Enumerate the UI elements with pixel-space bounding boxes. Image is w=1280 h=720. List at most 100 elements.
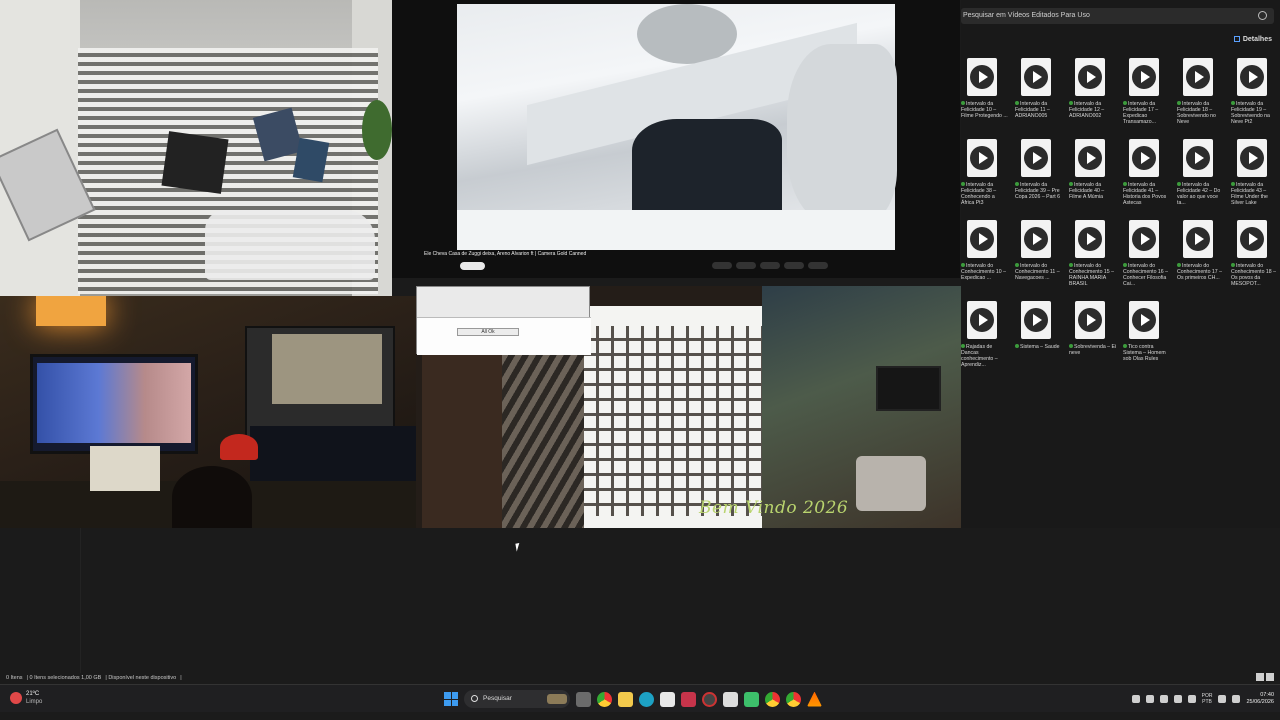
file-name-text: Intervalo da Felicidade 12 – ADRIANO002 [1069, 101, 1105, 119]
box [90, 446, 160, 491]
file-item[interactable]: Sistema – Saude [1015, 299, 1061, 379]
file-item[interactable]: Intervalo da Felicidade 38 – Conhecendo … [961, 137, 1007, 217]
file-name: Tico contra Sistema – Homem sob Olas Rul… [1123, 344, 1171, 376]
weather-icon [10, 692, 22, 704]
hanging-board [161, 131, 229, 194]
obs-icon[interactable] [702, 691, 717, 707]
taskbar: 21ºC Limpo Pesquisar POR PTB 07:40 25/06… [0, 684, 1280, 712]
play-icon [1186, 227, 1210, 251]
lang-line2: PTB [1202, 699, 1212, 705]
like-button[interactable] [712, 262, 732, 269]
taskbar-search[interactable]: Pesquisar [464, 690, 570, 708]
volume-icon[interactable] [1232, 695, 1241, 703]
file-name: Intervalo do Conhecimento 18 – Os povos … [1231, 263, 1279, 295]
file-item[interactable]: Intervalo da Felicidade 41 – Historia do… [1123, 137, 1169, 217]
edge-icon[interactable] [639, 691, 654, 707]
file-item[interactable]: Intervalo do Conhecimento 15 – RAINHA MA… [1069, 218, 1115, 298]
file-name: Intervalo da Felicidade 40 – Filme A Múm… [1069, 182, 1117, 214]
file-item[interactable]: Sobrevivenda – Ei neve [1069, 299, 1116, 379]
search-icon[interactable] [1258, 11, 1267, 20]
play-icon [970, 65, 994, 89]
file-name-text: Intervalo da Felicidade 42 – Do valor ao… [1177, 182, 1221, 206]
dialog-box: All Ok [416, 286, 591, 355]
file-item[interactable]: Rajadas de Dancas conhecimento – Aprendi… [961, 299, 1007, 379]
chevron-up-icon[interactable] [1131, 695, 1140, 703]
video-file-thumbnail [1237, 220, 1267, 258]
sync-status-icon [1015, 344, 1019, 348]
subscribe-button[interactable] [460, 262, 485, 270]
file-item[interactable]: Intervalo da Felicidade 42 – Do valor ao… [1177, 137, 1223, 217]
cloud-icon[interactable] [1145, 695, 1154, 703]
shelter-opening [632, 119, 782, 224]
start-button[interactable] [444, 692, 458, 706]
file-name-text: Intervalo da Felicidade 38 – Conhecendo … [961, 182, 997, 206]
sync-status-icon [961, 344, 965, 348]
dialog-ok-button[interactable]: All Ok [457, 328, 519, 336]
file-name-text: Sistema – Saude [1020, 344, 1060, 350]
youtube-video-window[interactable]: Ele Cheva Casa de Zuggi deixa, Areno Alv… [392, 0, 960, 278]
file-item[interactable]: Intervalo da Felicidade 18 – Sobrevivend… [1177, 56, 1223, 136]
notepad-icon[interactable] [660, 691, 675, 707]
details-button[interactable]: Detalhes [1233, 36, 1272, 43]
chrome-icon[interactable] [597, 691, 612, 707]
file-name-text: Intervalo da Felicidade 43 – Filme Under… [1231, 182, 1268, 206]
clock[interactable]: 07:40 25/06/2026 [1246, 692, 1274, 706]
remix-button[interactable] [760, 262, 780, 269]
file-item[interactable]: Intervalo do Conhecimento 11 – Navegacoe… [1015, 218, 1061, 298]
video-actions [712, 262, 828, 269]
large-icons-view-icon[interactable] [1266, 673, 1274, 681]
file-item[interactable]: Intervalo do Conhecimento 17 – Os primei… [1177, 218, 1223, 298]
file-name: Intervalo do Conhecimento 17 – Os primei… [1177, 263, 1225, 295]
person-head [172, 466, 252, 528]
search-icon [471, 695, 478, 702]
file-name: Intervalo do Conhecimento 15 – RAINHA MA… [1069, 263, 1117, 295]
file-explorer-icon[interactable] [618, 691, 633, 707]
play-icon [1132, 227, 1156, 251]
media-app-icon[interactable] [681, 691, 696, 707]
share-button[interactable] [736, 262, 756, 269]
file-name: Intervalo do Conhecimento 11 – Navegacoe… [1015, 263, 1063, 295]
file-item[interactable]: Tico contra Sistema – Homem sob Olas Rul… [1123, 299, 1169, 379]
door [422, 354, 502, 528]
file-item[interactable]: Intervalo da Felicidade 10 – Filme Prote… [961, 56, 1008, 136]
file-name: Sistema – Saude [1015, 344, 1063, 376]
download-button[interactable] [784, 262, 804, 269]
green-app-icon[interactable] [744, 691, 759, 707]
more-button[interactable] [808, 262, 828, 269]
video-file-thumbnail [1183, 220, 1213, 258]
file-item[interactable]: Intervalo do Conhecimento 16 – Conhecer … [1123, 218, 1169, 298]
file-name-text: Intervalo do Conhecimento 16 – Conhecer … [1123, 263, 1168, 287]
wifi-icon[interactable] [1218, 695, 1227, 703]
file-item[interactable]: Intervalo da Felicidade 17 – Expedicao T… [1123, 56, 1169, 136]
file-item[interactable]: Intervalo da Felicidade 12 – ADRIANO002 [1069, 56, 1115, 136]
video-title[interactable]: Ele Cheva Casa de Zuggi deixa, Areno Alv… [424, 251, 586, 257]
file-item[interactable]: Intervalo do Conhecimento 10 – Expedicao… [961, 218, 1007, 298]
file-name: Intervalo da Felicidade 18 – Sobrevivend… [1177, 101, 1225, 133]
file-item[interactable]: Intervalo da Felicidade 40 – Filme A Múm… [1069, 137, 1115, 217]
chrome-profile2-icon[interactable] [786, 691, 801, 707]
camera-app-icon[interactable] [723, 691, 738, 707]
usb-icon[interactable] [1187, 695, 1196, 703]
file-item[interactable]: Intervalo do Conhecimento 18 – Os povos … [1231, 218, 1277, 298]
input-language[interactable]: POR PTB [1202, 693, 1213, 705]
play-icon [1240, 65, 1264, 89]
chrome-profile-icon[interactable] [765, 691, 780, 707]
camera-feed-gate [0, 0, 392, 296]
file-item[interactable]: Intervalo da Felicidade 11 – ADRIANO005 [1015, 56, 1061, 136]
task-view-icon[interactable] [576, 691, 591, 707]
details-view-icon[interactable] [1256, 673, 1264, 681]
bluetooth-icon[interactable] [1173, 695, 1182, 703]
search-placeholder: Pesquisar em Vídeos Editados Para Uso [963, 12, 1090, 19]
file-item[interactable]: Intervalo da Felicidade 43 – Filme Under… [1231, 137, 1277, 217]
file-item[interactable]: Intervalo da Felicidade 39 – Pre Copa 20… [1015, 137, 1061, 217]
explorer-search-input[interactable]: Pesquisar em Vídeos Editados Para Uso [961, 8, 1274, 24]
video-player[interactable] [457, 4, 897, 250]
file-name-text: Intervalo do Conhecimento 15 – RAINHA MA… [1069, 263, 1114, 287]
file-name-text: Intervalo do Conhecimento 11 – Navegacoe… [1015, 263, 1060, 281]
studio-monitor [30, 354, 198, 454]
file-name: Intervalo da Felicidade 42 – Do valor ao… [1177, 182, 1225, 214]
vlc-icon[interactable] [807, 691, 822, 707]
file-item[interactable]: Intervalo da Felicidade 19 – Sobrevivend… [1231, 56, 1277, 136]
weather-widget[interactable]: 21ºC Limpo [10, 689, 70, 709]
network-tray-icon[interactable] [1159, 695, 1168, 703]
